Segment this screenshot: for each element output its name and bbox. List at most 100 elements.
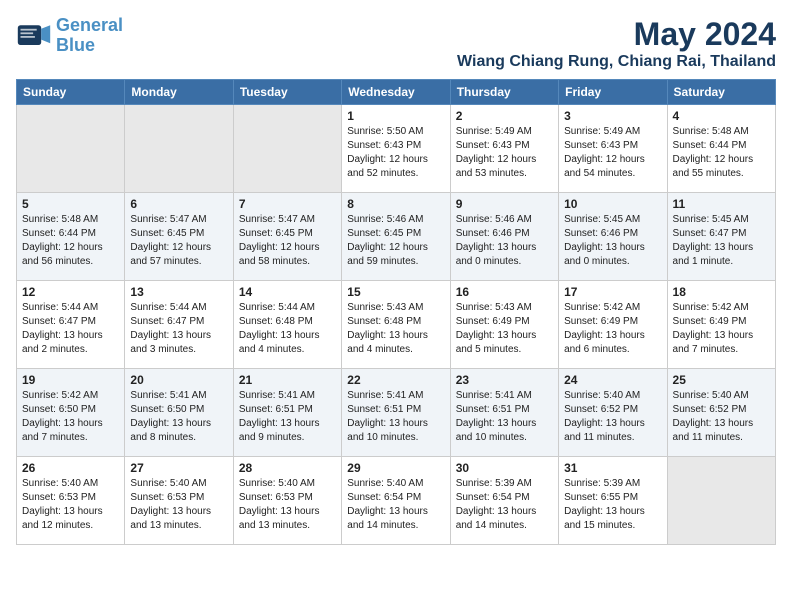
day-info: Sunrise: 5:43 AM Sunset: 6:48 PM Dayligh… [347,301,444,357]
day-info: Sunrise: 5:44 AM Sunset: 6:47 PM Dayligh… [22,301,119,357]
day-number: 25 [673,373,770,387]
day-number: 22 [347,373,444,387]
day-info: Sunrise: 5:46 AM Sunset: 6:45 PM Dayligh… [347,213,444,269]
calendar-cell: 5 Sunrise: 5:48 AM Sunset: 6:44 PM Daylig… [17,193,125,281]
calendar-cell [17,105,125,193]
calendar-cell: 8 Sunrise: 5:46 AM Sunset: 6:45 PM Daylig… [342,193,450,281]
logo: General Blue [16,16,123,56]
logo-icon [16,18,52,54]
day-info: Sunrise: 5:40 AM Sunset: 6:54 PM Dayligh… [347,477,444,533]
calendar-cell: 12Sunrise: 5:44 AM Sunset: 6:47 PM Dayli… [17,281,125,369]
day-info: Sunrise: 5:40 AM Sunset: 6:52 PM Dayligh… [564,389,661,445]
calendar-cell: 20Sunrise: 5:41 AM Sunset: 6:50 PM Dayli… [125,369,233,457]
calendar-cell: 14 Sunrise: 5:44 AM Sunset: 6:48 PM Dayli… [233,281,341,369]
day-number: 9 [456,197,553,211]
calendar-cell: 17Sunrise: 5:42 AM Sunset: 6:49 PM Dayli… [559,281,667,369]
calendar-cell: 4 Sunrise: 5:48 AM Sunset: 6:44 PM Daylig… [667,105,775,193]
day-info: Sunrise: 5:48 AM Sunset: 6:44 PM Dayligh… [22,213,119,269]
day-number: 27 [130,461,227,475]
calendar-cell: 25 Sunrise: 5:40 AM Sunset: 6:52 PM Dayli… [667,369,775,457]
calendar-cell: 7 Sunrise: 5:47 AM Sunset: 6:45 PM Daylig… [233,193,341,281]
calendar-cell: 22 Sunrise: 5:41 AM Sunset: 6:51 PM Dayli… [342,369,450,457]
calendar-cell: 3Sunrise: 5:49 AM Sunset: 6:43 PM Daylig… [559,105,667,193]
day-info: Sunrise: 5:41 AM Sunset: 6:51 PM Dayligh… [239,389,336,445]
header-sunday: Sunday [17,80,125,105]
day-info: Sunrise: 5:39 AM Sunset: 6:55 PM Dayligh… [564,477,661,533]
calendar-cell: 28 Sunrise: 5:40 AM Sunset: 6:53 PM Dayli… [233,457,341,545]
calendar-week-1: 1 Sunrise: 5:50 AM Sunset: 6:43 PM Daylig… [17,105,776,193]
day-number: 28 [239,461,336,475]
day-info: Sunrise: 5:40 AM Sunset: 6:53 PM Dayligh… [239,477,336,533]
day-info: Sunrise: 5:45 AM Sunset: 6:46 PM Dayligh… [564,213,661,269]
day-number: 13 [130,285,227,299]
day-number: 15 [347,285,444,299]
day-number: 29 [347,461,444,475]
day-number: 30 [456,461,553,475]
title-area: May 2024 Wiang Chiang Rung, Chiang Rai, … [457,16,776,71]
day-number: 10 [564,197,661,211]
day-info: Sunrise: 5:44 AM Sunset: 6:47 PM Dayligh… [130,301,227,357]
day-number: 23 [456,373,553,387]
calendar-cell: 26Sunrise: 5:40 AM Sunset: 6:53 PM Dayli… [17,457,125,545]
header-monday: Monday [125,80,233,105]
day-info: Sunrise: 5:42 AM Sunset: 6:49 PM Dayligh… [673,301,770,357]
day-number: 14 [239,285,336,299]
day-info: Sunrise: 5:45 AM Sunset: 6:47 PM Dayligh… [673,213,770,269]
calendar-cell: 23 Sunrise: 5:41 AM Sunset: 6:51 PM Dayli… [450,369,558,457]
calendar-table: SundayMondayTuesdayWednesdayThursdayFrid… [16,79,776,545]
day-info: Sunrise: 5:50 AM Sunset: 6:43 PM Dayligh… [347,125,444,181]
day-number: 11 [673,197,770,211]
day-info: Sunrise: 5:41 AM Sunset: 6:51 PM Dayligh… [456,389,553,445]
calendar-cell [233,105,341,193]
calendar-cell: 18Sunrise: 5:42 AM Sunset: 6:49 PM Dayli… [667,281,775,369]
calendar-cell: 11 Sunrise: 5:45 AM Sunset: 6:47 PM Dayli… [667,193,775,281]
day-info: Sunrise: 5:49 AM Sunset: 6:43 PM Dayligh… [456,125,553,181]
day-info: Sunrise: 5:46 AM Sunset: 6:46 PM Dayligh… [456,213,553,269]
day-number: 5 [22,197,119,211]
calendar-cell: 27 Sunrise: 5:40 AM Sunset: 6:53 PM Dayli… [125,457,233,545]
calendar-cell: 2Sunrise: 5:49 AM Sunset: 6:43 PM Daylig… [450,105,558,193]
day-number: 7 [239,197,336,211]
calendar-cell: 21 Sunrise: 5:41 AM Sunset: 6:51 PM Dayli… [233,369,341,457]
day-number: 17 [564,285,661,299]
day-info: Sunrise: 5:40 AM Sunset: 6:53 PM Dayligh… [130,477,227,533]
calendar-cell: 6Sunrise: 5:47 AM Sunset: 6:45 PM Daylig… [125,193,233,281]
calendar-cell: 24 Sunrise: 5:40 AM Sunset: 6:52 PM Dayli… [559,369,667,457]
day-info: Sunrise: 5:41 AM Sunset: 6:51 PM Dayligh… [347,389,444,445]
day-number: 20 [130,373,227,387]
page-header: General Blue May 2024 Wiang Chiang Rung,… [16,16,776,71]
calendar-cell: 30Sunrise: 5:39 AM Sunset: 6:54 PM Dayli… [450,457,558,545]
header-wednesday: Wednesday [342,80,450,105]
day-info: Sunrise: 5:43 AM Sunset: 6:49 PM Dayligh… [456,301,553,357]
day-number: 1 [347,109,444,123]
calendar-cell: 10 Sunrise: 5:45 AM Sunset: 6:46 PM Dayli… [559,193,667,281]
calendar-week-2: 5 Sunrise: 5:48 AM Sunset: 6:44 PM Daylig… [17,193,776,281]
location-title: Wiang Chiang Rung, Chiang Rai, Thailand [457,53,776,71]
header-tuesday: Tuesday [233,80,341,105]
calendar-cell: 19Sunrise: 5:42 AM Sunset: 6:50 PM Dayli… [17,369,125,457]
day-info: Sunrise: 5:40 AM Sunset: 6:52 PM Dayligh… [673,389,770,445]
calendar-week-5: 26Sunrise: 5:40 AM Sunset: 6:53 PM Dayli… [17,457,776,545]
header-thursday: Thursday [450,80,558,105]
logo-text: General Blue [56,16,123,56]
calendar-header-row: SundayMondayTuesdayWednesdayThursdayFrid… [17,80,776,105]
day-info: Sunrise: 5:48 AM Sunset: 6:44 PM Dayligh… [673,125,770,181]
calendar-cell: 9 Sunrise: 5:46 AM Sunset: 6:46 PM Daylig… [450,193,558,281]
day-number: 21 [239,373,336,387]
calendar-cell: 31 Sunrise: 5:39 AM Sunset: 6:55 PM Dayli… [559,457,667,545]
calendar-cell [667,457,775,545]
day-info: Sunrise: 5:47 AM Sunset: 6:45 PM Dayligh… [239,213,336,269]
day-info: Sunrise: 5:47 AM Sunset: 6:45 PM Dayligh… [130,213,227,269]
day-info: Sunrise: 5:40 AM Sunset: 6:53 PM Dayligh… [22,477,119,533]
day-number: 24 [564,373,661,387]
day-number: 8 [347,197,444,211]
calendar-cell: 13 Sunrise: 5:44 AM Sunset: 6:47 PM Dayli… [125,281,233,369]
day-info: Sunrise: 5:44 AM Sunset: 6:48 PM Dayligh… [239,301,336,357]
day-number: 4 [673,109,770,123]
day-number: 3 [564,109,661,123]
calendar-cell: 15 Sunrise: 5:43 AM Sunset: 6:48 PM Dayli… [342,281,450,369]
calendar-cell: 1 Sunrise: 5:50 AM Sunset: 6:43 PM Daylig… [342,105,450,193]
header-saturday: Saturday [667,80,775,105]
calendar-cell [125,105,233,193]
day-number: 31 [564,461,661,475]
